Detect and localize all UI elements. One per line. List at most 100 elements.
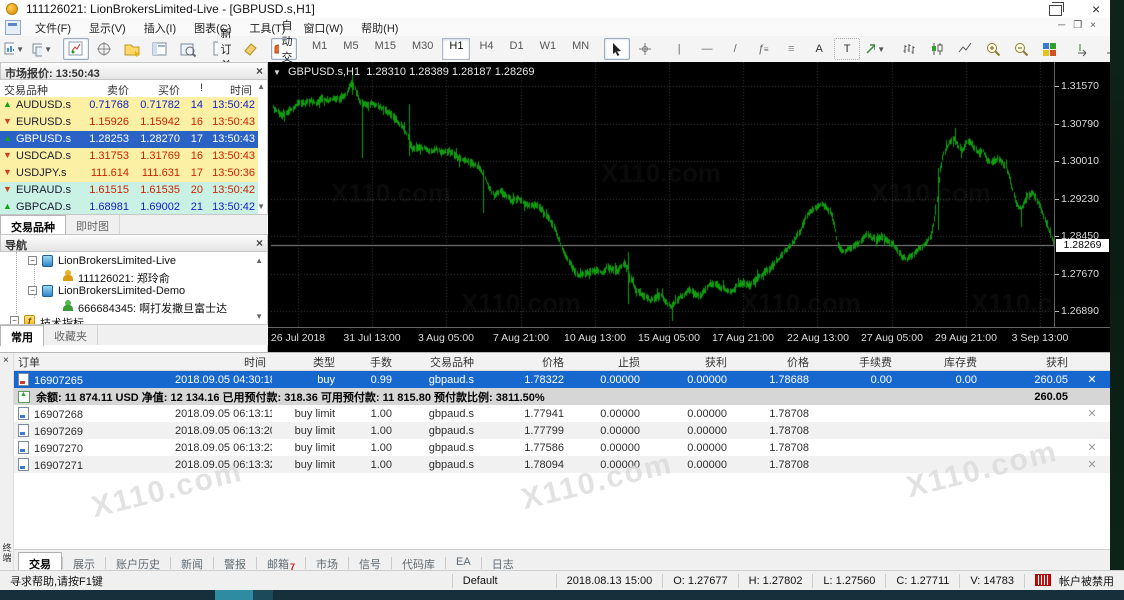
timeframe-m5[interactable]: M5 <box>336 38 365 60</box>
market-watch-row-audusd.s[interactable]: ▲AUDUSD.s0.717680.717821413:50:42 <box>0 97 258 114</box>
candle-chart-mode[interactable] <box>924 38 950 60</box>
close-order-icon[interactable]: ✕ <box>1074 373 1110 386</box>
price-chart[interactable] <box>271 62 1054 327</box>
profiles-button[interactable]: ▼ <box>29 38 55 60</box>
zoom-in-button[interactable] <box>980 38 1006 60</box>
scroll-down-icon[interactable]: ▼ <box>255 312 263 321</box>
navigator-toggle[interactable] <box>119 38 145 60</box>
cell-bid: 1.61515 <box>89 184 129 196</box>
timeframe-d1[interactable]: D1 <box>503 38 531 60</box>
time-axis-label: 10 Aug 13:00 <box>564 332 626 344</box>
tree-expand-icon[interactable]: − <box>28 256 37 265</box>
bar-chart-mode[interactable] <box>896 38 922 60</box>
order-doc-icon <box>18 373 29 386</box>
data-window-button[interactable] <box>91 38 117 60</box>
tree-expand-icon[interactable]: − <box>28 286 37 295</box>
auto-scroll-button[interactable] <box>1070 38 1096 60</box>
menu-插入I[interactable]: 插入(I) <box>135 18 185 36</box>
terminal-dock-label[interactable]: 终端 <box>1 543 13 563</box>
text-label-tool[interactable]: T <box>834 38 860 60</box>
price-axis-label: 1.31570 <box>1061 80 1099 92</box>
hline-tool[interactable]: — <box>694 38 720 60</box>
tab-收藏夹[interactable]: 收藏夹 <box>44 325 98 345</box>
cell-ask: 1.61535 <box>140 184 180 196</box>
open-order-row[interactable]: 169072652018.09.05 04:30:18buy0.99gbpaud… <box>14 371 1110 388</box>
market-watch-toggle[interactable] <box>63 38 89 60</box>
terminal-tab-交易[interactable]: 交易 <box>18 552 62 572</box>
time-axis[interactable]: 26 Jul 201831 Jul 13:003 Aug 05:007 Aug … <box>268 327 1110 348</box>
market-watch-row-usdcad.s[interactable]: ▼USDCAD.s1.317531.317691613:50:43 <box>0 148 258 165</box>
menu-显示V[interactable]: 显示(V) <box>80 18 135 36</box>
tab-常用[interactable]: 常用 <box>0 325 44 346</box>
restore-chart-button[interactable]: ❐ <box>1073 20 1082 32</box>
pending-order-row[interactable]: 169072702018.09.05 06:13:23buy limit1.00… <box>14 439 1110 456</box>
new-chart-button[interactable]: ▼ <box>1 38 27 60</box>
tile-windows-button[interactable] <box>1036 38 1062 60</box>
timeframe-h4[interactable]: H4 <box>472 38 500 60</box>
market-watch-rows: ▲AUDUSD.s0.717680.717821413:50:42▼EURUSD… <box>0 97 258 216</box>
timeframe-m15[interactable]: M15 <box>368 38 403 60</box>
minimize-chart-button[interactable]: ─ <box>1058 20 1065 32</box>
scroll-up-icon[interactable]: ▲ <box>257 82 265 91</box>
autotrade-button[interactable]: 自动交易 <box>271 38 297 60</box>
menu-图表C[interactable]: 图表(C) <box>185 18 240 36</box>
chart-dropdown-icon[interactable]: ▼ <box>273 68 281 77</box>
cell-time: 2018.09.05 06:13:20 <box>175 425 272 437</box>
close-window-button[interactable]: × <box>1092 1 1100 17</box>
arrows-tool[interactable]: ▼ <box>862 38 888 60</box>
navigator-panel: 导航 × −LionBrokersLimited-Live111126021: … <box>0 234 268 355</box>
crosshair-tool[interactable] <box>632 38 658 60</box>
close-chart-button[interactable]: × <box>1090 20 1096 32</box>
pending-order-row[interactable]: 169072692018.09.05 06:13:20buy limit1.00… <box>14 422 1110 439</box>
market-watch-title: 市场报价: 13:50:43 <box>5 68 100 80</box>
close-pending-icon[interactable]: ✕ <box>1074 407 1110 420</box>
fibonacci-tool[interactable]: ƒ≡ <box>750 38 776 60</box>
scroll-up-icon[interactable]: ▲ <box>255 256 263 265</box>
zoom-out-button[interactable] <box>1008 38 1034 60</box>
restore-window-button[interactable] <box>1049 5 1062 16</box>
timeframe-h1[interactable]: H1 <box>442 38 470 60</box>
terminal-close-icon[interactable]: × <box>3 355 9 366</box>
menu-文件F[interactable]: 文件(F) <box>26 18 80 36</box>
timeframe-w1[interactable]: W1 <box>533 38 564 60</box>
price-axis-label: 1.29230 <box>1061 193 1099 205</box>
timeframe-m30[interactable]: M30 <box>405 38 440 60</box>
pending-order-row[interactable]: 169072682018.09.05 06:13:11buy limit1.00… <box>14 405 1110 422</box>
balance-row[interactable]: 余额: 11 874.11 USD 净值: 12 134.16 已用预付款: 3… <box>14 388 1110 405</box>
trendline-tool[interactable]: / <box>722 38 748 60</box>
tree-expand-icon[interactable]: − <box>10 316 19 324</box>
scroll-down-icon[interactable]: ▼ <box>257 202 265 211</box>
chart-shift-tool[interactable] <box>237 38 263 60</box>
new-order-button[interactable]: 新订单 <box>209 38 235 60</box>
chart-ohlc-header: ▼ GBPUSD.s,H1 1.28310 1.28389 1.28187 1.… <box>273 66 534 78</box>
close-pending-icon[interactable]: ✕ <box>1074 441 1110 454</box>
navigator-close-icon[interactable]: × <box>256 236 263 250</box>
text-tool[interactable]: A <box>806 38 832 60</box>
market-watch-row-euraud.s[interactable]: ▼EURAUD.s1.615151.615352013:50:42 <box>0 182 258 199</box>
terminal-toggle[interactable] <box>147 38 173 60</box>
tab-交易品种[interactable]: 交易品种 <box>0 215 66 236</box>
price-axis[interactable]: 1.315701.307901.300101.292301.284501.276… <box>1054 62 1111 327</box>
timeframe-m1[interactable]: M1 <box>305 38 334 60</box>
market-watch-row-usdjpy.s[interactable]: ▼USDJPY.s111.614111.6311713:50:36 <box>0 165 258 182</box>
tab-即时图[interactable]: 即时图 <box>66 215 120 235</box>
price-axis-label: 1.27670 <box>1061 268 1099 280</box>
timeframe-mn[interactable]: MN <box>565 38 596 60</box>
status-profile[interactable]: Default <box>453 575 556 587</box>
market-watch-row-gbpusd.s[interactable]: ▲GBPUSD.s1.282531.282701713:50:43 <box>0 131 258 148</box>
status-bar: 寻求帮助,请按F1键 Default 2018.08.13 15:00 O: 1… <box>0 570 1124 590</box>
channel-tool[interactable]: ≡ <box>778 38 804 60</box>
cell-type: buy <box>272 374 341 386</box>
strategy-tester-button[interactable] <box>175 38 201 60</box>
cell-lots: 1.00 <box>341 425 398 437</box>
market-watch-close-icon[interactable]: × <box>256 64 263 78</box>
line-chart-mode[interactable] <box>952 38 978 60</box>
menu-窗口W[interactable]: 窗口(W) <box>294 18 352 36</box>
orders-header-row[interactable]: 订单时间类型手数交易品种价格止损获利价格手续费库存费获利 <box>14 353 1110 371</box>
title-bar: 111126021: LionBrokersLimited-Live - [GB… <box>0 0 1110 19</box>
menu-帮助H[interactable]: 帮助(H) <box>352 18 407 36</box>
cursor-tool[interactable] <box>604 38 630 60</box>
close-pending-icon[interactable]: ✕ <box>1074 458 1110 471</box>
market-watch-row-eurusd.s[interactable]: ▼EURUSD.s1.159261.159421613:50:43 <box>0 114 258 131</box>
vline-tool[interactable]: | <box>666 38 692 60</box>
